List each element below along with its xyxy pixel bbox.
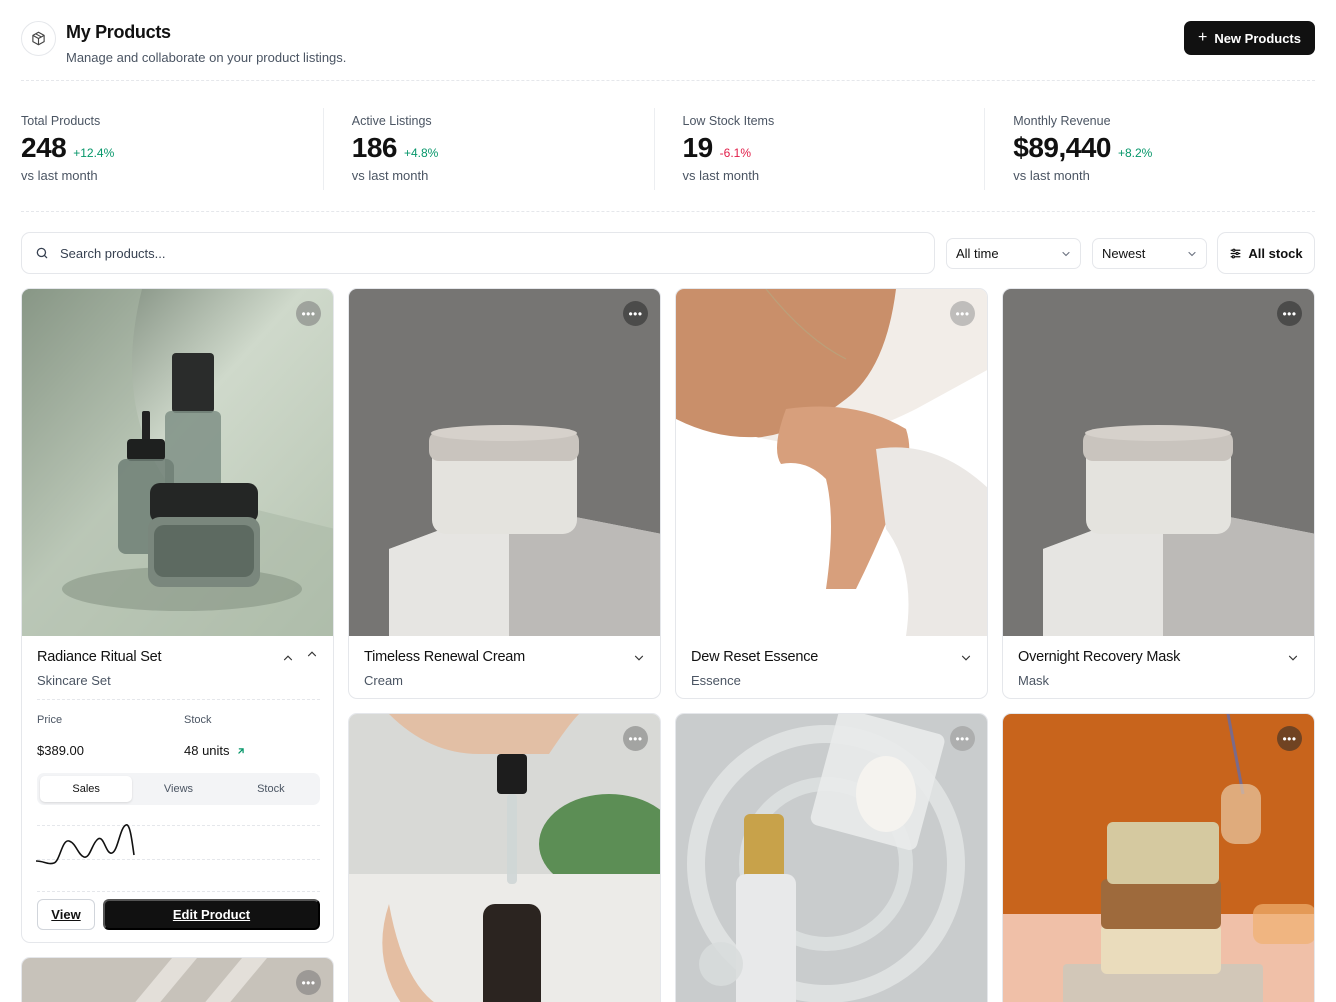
- chevron-up-icon[interactable]: [305, 647, 319, 661]
- sliders-icon: [1230, 248, 1241, 258]
- product-card[interactable]: •••: [1002, 713, 1315, 1002]
- stat-change: +8.2%: [1117, 146, 1153, 160]
- product-image: [349, 714, 660, 1002]
- stock-label: Stock: [184, 714, 212, 726]
- sort-select[interactable]: Newest: [1092, 238, 1207, 269]
- search-icon: [36, 247, 48, 259]
- price-value: $389.00: [37, 743, 84, 758]
- time-filter-select[interactable]: All time: [946, 238, 1081, 269]
- stat-value: 186: [351, 132, 398, 163]
- sales-sparkline: [36, 824, 135, 865]
- chevron-down-icon[interactable]: [632, 651, 646, 665]
- more-options-button[interactable]: •••: [296, 970, 321, 995]
- chevron-down-icon[interactable]: [959, 651, 973, 665]
- more-options-button[interactable]: •••: [296, 301, 321, 326]
- page-subtitle: Manage and collaborate on your product l…: [66, 50, 347, 65]
- card-divider: [37, 891, 320, 892]
- view-button[interactable]: View: [37, 899, 95, 930]
- product-category: Mask: [1018, 673, 1050, 688]
- page-header: My Products Manage and collaborate on yo…: [21, 21, 1315, 81]
- product-name: Timeless Renewal Cream: [364, 649, 526, 665]
- stat-change: -6.1%: [719, 146, 752, 160]
- product-card[interactable]: •••: [21, 957, 334, 1002]
- product-name: Radiance Ritual Set: [37, 649, 162, 665]
- price-label: Price: [37, 714, 63, 726]
- product-name: Dew Reset Essence: [691, 649, 819, 665]
- package-icon: [21, 21, 56, 56]
- new-products-label: New Products: [1214, 30, 1301, 46]
- stats-row: Total Products 248 +12.4% vs last month …: [21, 108, 1315, 190]
- product-card[interactable]: ••• Dew Reset Essence Essence: [675, 288, 988, 699]
- product-image: [1003, 289, 1314, 636]
- product-image: [676, 289, 987, 636]
- product-name: Overnight Recovery Mask: [1018, 649, 1181, 665]
- stats-divider: [21, 211, 1315, 212]
- stat-label: Active Listings: [351, 114, 432, 128]
- sort-value: Newest: [1102, 246, 1146, 261]
- stock-filter-label: All stock: [1248, 245, 1303, 261]
- edit-product-button[interactable]: Edit Product: [103, 899, 320, 930]
- stat-total-products: Total Products 248 +12.4% vs last month: [21, 108, 323, 190]
- stat-monthly-revenue: Monthly Revenue $89,440 +8.2% vs last mo…: [984, 108, 1315, 190]
- product-category: Skincare Set: [37, 673, 111, 688]
- tab-sales[interactable]: Sales: [40, 776, 133, 802]
- tab-stock[interactable]: Stock: [225, 776, 317, 802]
- stat-foot: vs last month: [1013, 168, 1090, 183]
- stat-change: +4.8%: [403, 146, 439, 160]
- stat-change: +12.4%: [73, 146, 115, 160]
- product-card[interactable]: ••• Radiance Ritual Set Skincare Set Pri…: [21, 288, 334, 943]
- new-products-button[interactable]: + New Products: [1183, 21, 1315, 55]
- stat-foot: vs last month: [21, 168, 98, 183]
- product-image: [22, 289, 333, 636]
- search-input[interactable]: [60, 245, 860, 261]
- more-options-button[interactable]: •••: [1277, 726, 1302, 751]
- search-bar[interactable]: [21, 232, 935, 274]
- product-image: [349, 289, 660, 636]
- product-card[interactable]: •••: [675, 713, 988, 1002]
- stat-low-stock: Low Stock Items 19 -6.1% vs last month: [653, 108, 985, 190]
- more-options-button[interactable]: •••: [1277, 301, 1302, 326]
- tab-views[interactable]: Views: [132, 776, 224, 802]
- trend-up-icon: [237, 747, 244, 754]
- more-options-button[interactable]: •••: [950, 726, 975, 751]
- more-options-button[interactable]: •••: [950, 301, 975, 326]
- stat-value: 19: [682, 132, 714, 163]
- product-category: Cream: [364, 673, 404, 688]
- stat-foot: vs last month: [351, 168, 429, 183]
- stock-value: 48 units: [184, 743, 230, 758]
- time-filter-value: All time: [956, 246, 999, 261]
- product-image: [676, 714, 987, 1002]
- header-divider: [21, 80, 1315, 81]
- card-divider: [37, 699, 320, 700]
- product-card[interactable]: ••• Timeless Renewal Cream Cream: [348, 288, 661, 699]
- stat-value: 248: [21, 132, 67, 163]
- stat-label: Monthly Revenue: [1013, 114, 1111, 128]
- product-card[interactable]: •••: [348, 713, 661, 1002]
- product-image: [22, 958, 333, 1002]
- stat-label: Low Stock Items: [682, 114, 775, 128]
- stat-foot: vs last month: [682, 168, 760, 183]
- stat-label: Total Products: [21, 114, 101, 128]
- page-title: My Products: [66, 22, 171, 42]
- chevron-down-icon[interactable]: [1286, 651, 1300, 665]
- stat-active-listings: Active Listings 186 +4.8% vs last month: [322, 108, 654, 190]
- product-card[interactable]: ••• Overnight Recovery Mask Mask: [1002, 288, 1315, 699]
- chevron-up-icon[interactable]: [281, 651, 295, 665]
- stock-filter-button[interactable]: All stock: [1217, 232, 1315, 274]
- product-image: [1003, 714, 1314, 1002]
- stat-value: $89,440: [1013, 132, 1111, 163]
- plus-icon: +: [1197, 29, 1208, 46]
- more-options-button[interactable]: •••: [623, 301, 648, 326]
- chevron-down-icon: [1062, 251, 1070, 256]
- product-category: Essence: [691, 673, 741, 688]
- chart-tabs: Sales Views Stock: [37, 773, 320, 805]
- chevron-down-icon: [1188, 251, 1196, 256]
- more-options-button[interactable]: •••: [623, 726, 648, 751]
